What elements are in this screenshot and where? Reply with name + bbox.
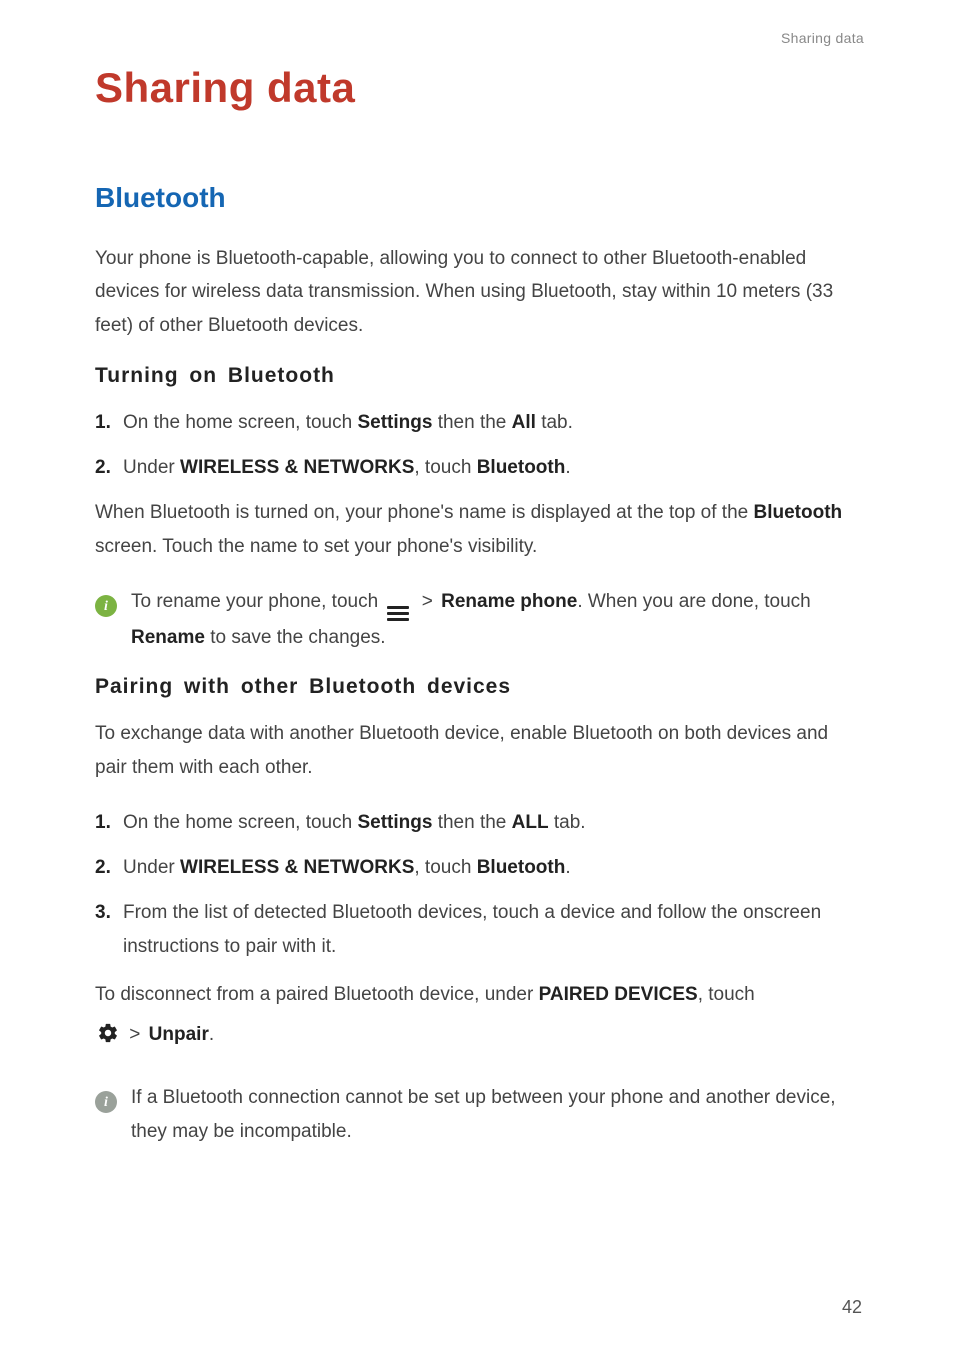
running-head: Sharing data bbox=[95, 30, 864, 46]
rename-note: i To rename your phone, touch > Rename p… bbox=[95, 585, 864, 656]
menu-icon bbox=[387, 605, 409, 621]
step-text: . bbox=[565, 457, 570, 478]
step-text: Under bbox=[123, 457, 180, 478]
subheading-pairing: Pairing with other Bluetooth devices bbox=[95, 675, 864, 699]
bluetooth-intro: Your phone is Bluetooth-capable, allowin… bbox=[95, 242, 864, 342]
step-text: Under bbox=[123, 857, 180, 878]
step-text: On the home screen, touch bbox=[123, 812, 357, 833]
step-text: , touch bbox=[414, 857, 476, 878]
pairing-intro: To exchange data with another Bluetooth … bbox=[95, 717, 864, 784]
breadcrumb-separator: > bbox=[129, 1024, 140, 1045]
subheading-turning-on: Turning on Bluetooth bbox=[95, 364, 864, 388]
note-icon-col: i bbox=[95, 585, 117, 622]
section-heading-bluetooth: Bluetooth bbox=[95, 182, 864, 214]
pairing-step-3: 3. From the list of detected Bluetooth d… bbox=[95, 896, 864, 963]
step-text: On the home screen, touch bbox=[123, 412, 357, 433]
ui-label-all-tab: ALL bbox=[512, 812, 549, 833]
step-text: tab. bbox=[549, 812, 586, 833]
info-icon: i bbox=[95, 1091, 117, 1113]
step-number: 2. bbox=[95, 851, 111, 884]
turnon-step-2: 2. Under WIRELESS & NETWORKS, touch Blue… bbox=[95, 451, 864, 484]
ui-label-bluetooth: Bluetooth bbox=[477, 457, 566, 478]
text: To rename your phone, touch bbox=[131, 591, 383, 612]
breadcrumb-separator: > bbox=[422, 591, 433, 612]
step-text: then the bbox=[432, 412, 511, 433]
page-title: Sharing data bbox=[95, 64, 864, 112]
step-number: 3. bbox=[95, 896, 111, 929]
step-text: From the list of detected Bluetooth devi… bbox=[123, 902, 821, 956]
text: to save the changes. bbox=[205, 627, 386, 648]
ui-label-bluetooth: Bluetooth bbox=[477, 857, 566, 878]
text: If a Bluetooth connection cannot be set … bbox=[131, 1087, 836, 1142]
text: . bbox=[209, 1024, 214, 1045]
note-text: If a Bluetooth connection cannot be set … bbox=[131, 1081, 864, 1149]
incompatible-note: i If a Bluetooth connection cannot be se… bbox=[95, 1081, 864, 1149]
text: screen. Touch the name to set your phone… bbox=[95, 536, 537, 557]
step-number: 1. bbox=[95, 806, 111, 839]
ui-label-wireless-networks: WIRELESS & NETWORKS bbox=[180, 857, 414, 878]
page-number: 42 bbox=[842, 1297, 862, 1318]
info-icon: i bbox=[95, 595, 117, 617]
ui-label-rename-phone: Rename phone bbox=[441, 591, 577, 612]
note-text: To rename your phone, touch > Rename pho… bbox=[131, 585, 864, 656]
ui-label-unpair: Unpair bbox=[149, 1024, 209, 1045]
text: To disconnect from a paired Bluetooth de… bbox=[95, 984, 539, 1005]
step-number: 1. bbox=[95, 406, 111, 439]
ui-label-wireless-networks: WIRELESS & NETWORKS bbox=[180, 457, 414, 478]
text: When Bluetooth is turned on, your phone'… bbox=[95, 502, 754, 523]
pairing-step-1: 1. On the home screen, touch Settings th… bbox=[95, 806, 864, 839]
text: , touch bbox=[698, 984, 755, 1005]
ui-label-settings: Settings bbox=[357, 812, 432, 833]
ui-label-all-tab: All bbox=[512, 412, 536, 433]
pairing-step-2: 2. Under WIRELESS & NETWORKS, touch Blue… bbox=[95, 851, 864, 884]
step-text: tab. bbox=[536, 412, 573, 433]
ui-label-paired-devices: PAIRED DEVICES bbox=[539, 984, 698, 1005]
note-icon-col: i bbox=[95, 1081, 117, 1118]
turnon-step-1: 1. On the home screen, touch Settings th… bbox=[95, 406, 864, 439]
step-text: then the bbox=[432, 812, 511, 833]
text: . When you are done, touch bbox=[577, 591, 810, 612]
page: Sharing data Sharing data Bluetooth Your… bbox=[0, 0, 954, 1149]
ui-label-rename: Rename bbox=[131, 627, 205, 648]
gear-icon bbox=[97, 1019, 119, 1059]
step-number: 2. bbox=[95, 451, 111, 484]
step-text: , touch bbox=[414, 457, 476, 478]
turnon-after: When Bluetooth is turned on, your phone'… bbox=[95, 496, 864, 563]
ui-label-bluetooth-screen: Bluetooth bbox=[754, 502, 843, 523]
disconnect-para: To disconnect from a paired Bluetooth de… bbox=[95, 975, 864, 1059]
step-text: . bbox=[565, 857, 570, 878]
ui-label-settings: Settings bbox=[357, 412, 432, 433]
